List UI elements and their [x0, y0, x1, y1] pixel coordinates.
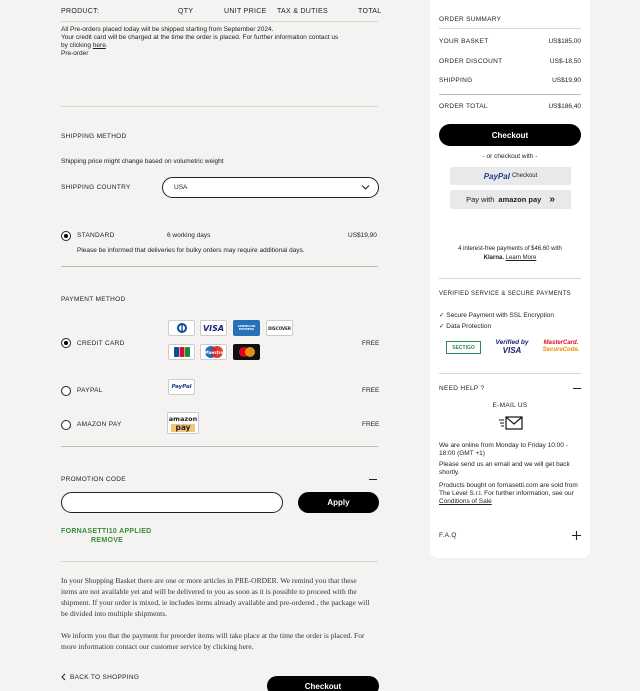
checkout-bottom-button[interactable]: Checkout — [267, 676, 379, 691]
basket-label: YOUR BASKET — [439, 38, 489, 45]
preorder-info-text: In your Shopping Basket there are one or… — [61, 576, 370, 618]
preorder-here-link[interactable]: here — [93, 42, 106, 49]
col-product: PRODUCT: — [61, 8, 100, 15]
help-legal: Products bought on fornasetti.com are so… — [439, 482, 578, 505]
amazon-pay-label: AMAZON PAY — [77, 421, 122, 428]
preorder-line: All Pre-orders placed today will be ship… — [61, 26, 274, 33]
amex-card-icon: AMERICAN EXPRESS — [233, 320, 260, 336]
need-help-title: NEED HELP ? — [439, 385, 485, 392]
shipping-note: Shipping price might change based on vol… — [61, 158, 224, 165]
promo-applied-text: FORNASETTI10 APPLIED — [61, 528, 152, 535]
paypal-label: PAYPAL — [77, 387, 103, 394]
mastercard-card-icon — [233, 344, 260, 360]
promo-title: PROMOTION CODE — [61, 476, 126, 483]
total-value: US$186,40 — [548, 103, 581, 110]
preorder-label: Pre-order — [61, 50, 89, 57]
email-us-label: E-MAIL US — [492, 402, 528, 409]
visa-card-icon: VISA — [200, 320, 227, 336]
or-checkout-with: - or checkout with - — [482, 153, 538, 160]
verified-by-visa-badge: Verified by VISA — [495, 339, 529, 355]
order-summary-panel: ORDER SUMMARY YOUR BASKET US$185,00 ORDE… — [430, 0, 590, 558]
klarna-learn-more-link[interactable]: Learn More — [506, 255, 537, 261]
shipping-option-days: 6 working days — [167, 232, 211, 239]
amazon-pay-button[interactable]: Pay with amazon pay » — [450, 190, 571, 209]
preorder-line: by clicking here. — [61, 42, 108, 49]
faq-label[interactable]: F.A.Q — [439, 532, 457, 539]
preorder-payment-text: We inform you that the payment for preor… — [61, 631, 365, 651]
chevron-left-icon — [61, 673, 66, 681]
checkout-button[interactable]: Checkout — [439, 124, 581, 146]
shipping-label: SHIPPING — [439, 77, 473, 84]
col-qty: QTY — [178, 8, 194, 15]
paypal-checkout-button[interactable]: PayPal Checkout — [450, 167, 571, 185]
paypal-logo: PayPal — [168, 379, 195, 395]
discover-card-icon: DISCOVER — [266, 320, 293, 336]
diners-card-icon — [168, 320, 195, 336]
credit-card-label: CREDIT CARD — [77, 340, 125, 347]
bulky-note: Please be informed that deliveries for b… — [77, 247, 305, 254]
plus-icon[interactable] — [572, 531, 581, 540]
paypal-fee: FREE — [362, 387, 380, 394]
promo-code-input[interactable] — [61, 492, 283, 513]
divider — [61, 21, 378, 22]
klarna-text: 4 interest-free payments of $46.60 with — [458, 246, 562, 252]
shipping-option-price: US$19,90 — [348, 232, 377, 239]
divider — [439, 278, 581, 279]
collapse-icon[interactable] — [573, 388, 581, 389]
conditions-of-sale-link[interactable]: Conditions of Sale — [439, 498, 492, 505]
shipping-value: US$19,90 — [552, 77, 581, 84]
col-total: TOTAL — [358, 8, 382, 15]
paypal-radio[interactable] — [61, 386, 71, 396]
shipping-country-value: USA — [174, 184, 188, 191]
verified-item: ✓ Secure Payment with SSL Encryption — [439, 312, 555, 319]
amazon-pay-logo: amazon pay — [167, 412, 199, 434]
col-tax: TAX & DUTIES — [277, 8, 328, 15]
col-unit-price: UNIT PRICE — [224, 8, 267, 15]
chevron-down-icon — [361, 185, 370, 190]
shipping-title: SHIPPING METHOD — [61, 133, 127, 140]
shipping-country-select[interactable]: USA — [162, 177, 379, 198]
divider — [61, 266, 378, 267]
verified-item: ✓ Data Protection — [439, 323, 492, 330]
divider — [439, 373, 581, 374]
klarna-logo: Klarna. — [483, 255, 504, 261]
amazon-pay-radio[interactable] — [61, 420, 71, 430]
maestro-card-icon: Maestro — [200, 344, 227, 360]
back-to-shopping-link[interactable]: BACK TO SHOPPING — [61, 673, 139, 681]
divider — [61, 106, 378, 107]
mail-icon[interactable] — [499, 416, 523, 430]
discount-label: ORDER DISCOUNT — [439, 58, 503, 65]
discount-value: US$-18,50 — [549, 58, 581, 65]
preorder-line: Your credit card will be charged at the … — [61, 34, 339, 41]
divider — [61, 446, 378, 447]
amazon-pay-fee: FREE — [362, 421, 380, 428]
shipping-standard-radio[interactable] — [61, 231, 71, 241]
total-label: ORDER TOTAL — [439, 103, 488, 110]
klarna-line: Klarna. Learn More — [430, 255, 590, 261]
sectigo-badge: SECTIGO — [446, 341, 481, 354]
shipping-option-label: STANDARD — [77, 232, 115, 239]
help-send: Please send us an email and we will get … — [439, 461, 570, 476]
summary-title: ORDER SUMMARY — [439, 16, 502, 23]
collapse-icon[interactable] — [369, 479, 377, 480]
apply-button[interactable]: Apply — [298, 492, 379, 513]
credit-card-fee: FREE — [362, 340, 380, 347]
help-hours: We are online from Monday to Friday 10:0… — [439, 442, 568, 457]
divider — [439, 28, 581, 29]
verified-title: VERIFIED SERVICE & SECURE PAYMENTS — [439, 291, 571, 297]
svg-text:Maestro: Maestro — [204, 350, 223, 355]
preorder-notice: All Pre-orders placed today will be ship… — [61, 26, 391, 58]
payment-title: PAYMENT METHOD — [61, 296, 126, 303]
shipping-country-label: SHIPPING COUNTRY — [61, 184, 131, 191]
divider — [61, 561, 378, 562]
credit-card-radio[interactable] — [61, 338, 71, 348]
mastercard-securecode-badge: MasterCard. SecureCode. — [542, 340, 580, 353]
divider — [439, 94, 581, 95]
chevrons-right-icon: » — [549, 194, 555, 205]
basket-value: US$185,00 — [548, 38, 581, 45]
jcb-card-icon — [168, 344, 195, 360]
remove-promo-link[interactable]: REMOVE — [91, 537, 123, 544]
